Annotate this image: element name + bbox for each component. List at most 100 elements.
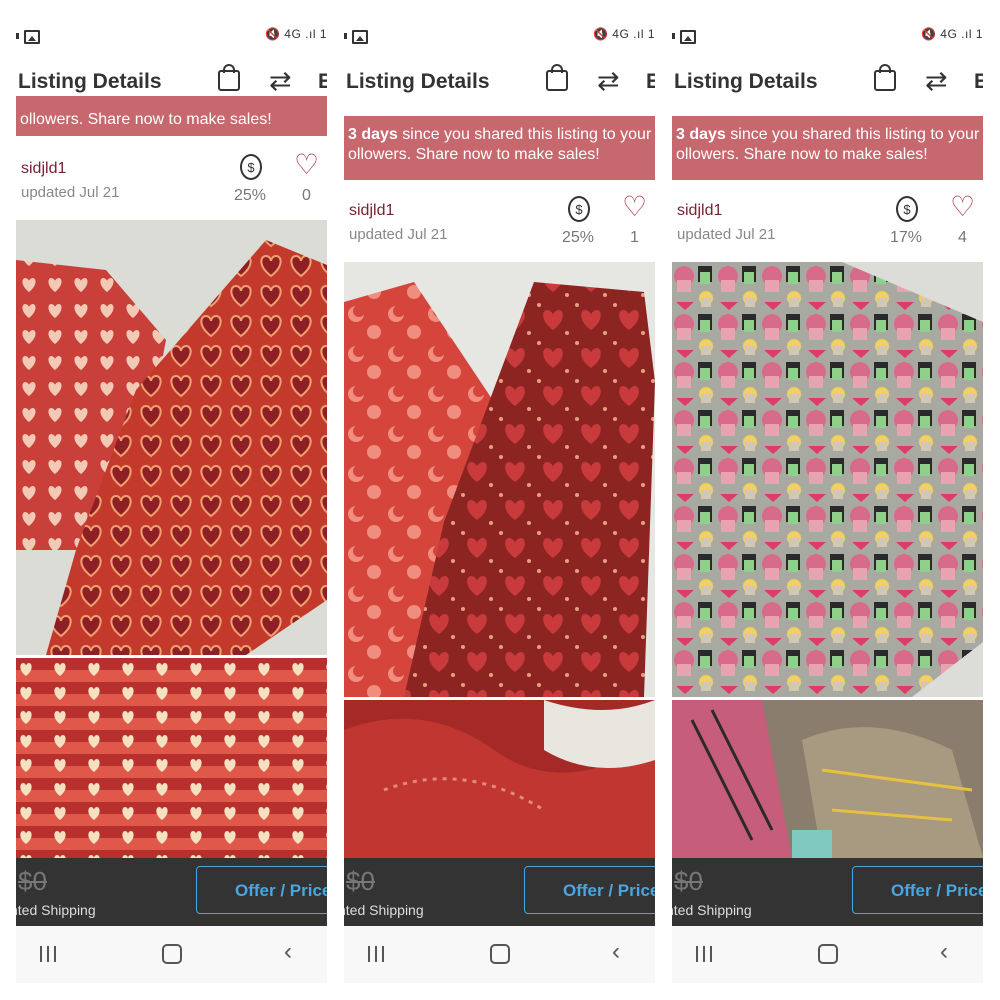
- listing-photo-main[interactable]: [672, 262, 983, 697]
- recent-bar: [696, 946, 698, 962]
- bottom-action-bar: $0 nted Shipping Offer / Price D: [344, 858, 655, 926]
- recent-bar: [703, 946, 705, 962]
- recent-apps-icon[interactable]: [368, 946, 386, 962]
- seller-info: sidjld1 updated Jul 21 $ 17% ♡ 4: [672, 191, 983, 256]
- banner-days: 3 days: [348, 126, 398, 143]
- recent-bar: [54, 946, 56, 962]
- seller-username[interactable]: sidjld1: [349, 202, 394, 220]
- status-bar: 🔇 4G .ıl 1: [672, 18, 983, 56]
- shipping-label: nted Shipping: [344, 902, 424, 918]
- status-icons: 🔇 4G .ıl 1: [921, 27, 983, 41]
- likes-count: 1: [630, 229, 639, 246]
- android-nav-bar: ‹: [344, 926, 655, 983]
- offer-price-button[interactable]: Offer / Price D: [524, 866, 655, 914]
- likes-count: 0: [302, 187, 311, 204]
- listing-panel-1: 🔇 4G .ıl 1 Listing Details ⇄ E ollowers.…: [16, 18, 327, 983]
- price-drop-percent: 17%: [890, 229, 923, 246]
- seller-username[interactable]: sidjld1: [677, 202, 722, 220]
- back-icon[interactable]: ‹: [612, 939, 620, 965]
- page-title: Listing Details: [346, 70, 490, 93]
- share-reminder-banner[interactable]: 3 days since you shared this listing to …: [344, 116, 655, 180]
- status-bar: 🔇 4G .ıl 1: [16, 18, 327, 56]
- banner-days: 3 days: [676, 126, 726, 143]
- price-original: $0: [346, 866, 375, 896]
- page-title: Listing Details: [674, 70, 818, 93]
- banner-line-1-rest: since you shared this listing to your: [397, 126, 652, 143]
- recent-bar: [710, 946, 712, 962]
- shopping-bag-icon[interactable]: [546, 64, 568, 91]
- android-nav-bar: ‹: [672, 926, 983, 983]
- listing-photo-main[interactable]: [16, 220, 327, 655]
- banner-line-1-rest: since you shared this listing to your: [725, 126, 980, 143]
- recent-bar: [368, 946, 370, 962]
- home-icon[interactable]: [490, 944, 510, 964]
- recent-apps-icon[interactable]: [40, 946, 58, 962]
- offer-price-button[interactable]: Offer / Price D: [196, 866, 327, 914]
- shipping-label: nted Shipping: [16, 902, 96, 918]
- heart-icon[interactable]: ♡: [622, 190, 647, 224]
- status-dot: [16, 33, 19, 39]
- android-nav-bar: ‹: [16, 926, 327, 983]
- updated-date: updated Jul 21: [21, 184, 120, 201]
- banner-line-2: ollowers. Share now to make sales!: [676, 146, 928, 163]
- gallery-icon: [24, 30, 40, 44]
- status-icons: 🔇 4G .ıl 1: [593, 27, 655, 41]
- listing-photo-detail[interactable]: [16, 658, 327, 858]
- seller-username[interactable]: sidjld1: [21, 160, 66, 178]
- status-icons: 🔇 4G .ıl 1: [265, 27, 327, 41]
- heart-icon[interactable]: ♡: [950, 190, 975, 224]
- back-icon[interactable]: ‹: [284, 939, 292, 965]
- gallery-icon: [680, 30, 696, 44]
- price-drop-icon: $: [240, 154, 262, 180]
- price-original: $0: [674, 866, 703, 896]
- home-icon[interactable]: [162, 944, 182, 964]
- page-title: Listing Details: [18, 70, 162, 93]
- price-drop-percent: 25%: [562, 229, 595, 246]
- share-icon[interactable]: ⇄: [597, 66, 620, 96]
- recent-bar: [47, 946, 49, 962]
- price-drop-icon: $: [896, 196, 918, 222]
- bottom-action-bar: $0 nted Shipping Offer / Price D: [16, 858, 327, 926]
- shopping-bag-icon[interactable]: [874, 64, 896, 91]
- app-header: Listing Details ⇄ E: [672, 64, 983, 106]
- share-reminder-banner[interactable]: 3 days since you shared this listing to …: [672, 116, 983, 180]
- edit-button[interactable]: E: [318, 70, 327, 94]
- seller-info: sidjld1 updated Jul 21 $ 25% ♡ 0: [16, 149, 327, 214]
- listing-photo-main[interactable]: [344, 262, 655, 697]
- updated-date: updated Jul 21: [349, 226, 448, 243]
- listing-photo-detail[interactable]: [344, 700, 655, 858]
- offer-price-button[interactable]: Offer / Price D: [852, 866, 983, 914]
- price-drop-percent: 25%: [234, 187, 267, 204]
- banner-line-1: 3 days since you shared this listing to …: [348, 125, 655, 145]
- recent-bar: [375, 946, 377, 962]
- seller-info: sidjld1 updated Jul 21 $ 25% ♡ 1: [344, 191, 655, 256]
- home-icon[interactable]: [818, 944, 838, 964]
- banner-line-1: 3 days since you shared this listing to …: [676, 125, 983, 145]
- back-icon[interactable]: ‹: [940, 939, 948, 965]
- status-dot: [672, 33, 675, 39]
- updated-date: updated Jul 21: [677, 226, 776, 243]
- status-dot: [344, 33, 347, 39]
- bottom-action-bar: $0 nted Shipping Offer / Price D: [672, 858, 983, 926]
- share-icon[interactable]: ⇄: [925, 66, 948, 96]
- edit-button[interactable]: E: [974, 70, 983, 94]
- status-bar: 🔇 4G .ıl 1: [344, 18, 655, 56]
- price-original: $0: [18, 866, 47, 896]
- recent-bar: [382, 946, 384, 962]
- listing-panel-3: 🔇 4G .ıl 1 Listing Details ⇄ E 3 days si…: [672, 18, 983, 983]
- heart-icon[interactable]: ♡: [294, 148, 319, 182]
- price-drop-icon: $: [568, 196, 590, 222]
- banner-line-2: ollowers. Share now to make sales!: [348, 146, 600, 163]
- gallery-icon: [352, 30, 368, 44]
- banner-line-2: ollowers. Share now to make sales!: [20, 111, 272, 128]
- listing-photo-detail[interactable]: [672, 700, 983, 858]
- recent-bar: [40, 946, 42, 962]
- shipping-label: nted Shipping: [672, 902, 752, 918]
- share-reminder-banner[interactable]: ollowers. Share now to make sales!: [16, 96, 327, 136]
- edit-button[interactable]: E: [646, 70, 655, 94]
- likes-count: 4: [958, 229, 967, 246]
- recent-apps-icon[interactable]: [696, 946, 714, 962]
- app-header: Listing Details ⇄ E: [344, 64, 655, 106]
- share-icon[interactable]: ⇄: [269, 66, 292, 96]
- shopping-bag-icon[interactable]: [218, 64, 240, 91]
